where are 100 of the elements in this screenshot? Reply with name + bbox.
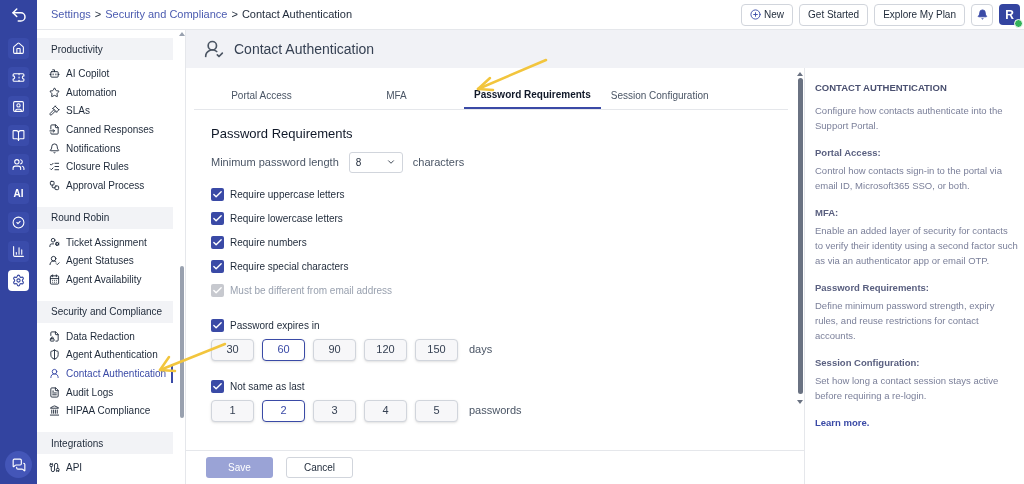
shield-icon [49, 349, 60, 361]
sidebar-item[interactable]: Canned Responses [37, 120, 173, 139]
tab[interactable]: MFA [329, 81, 464, 109]
settings-icon [12, 274, 25, 287]
checkbox-label: Require numbers [230, 235, 307, 250]
unit-label: days [469, 342, 493, 358]
help-text: Configure how contacts authenticate into the Support Portal. [815, 104, 1004, 133]
cancel-button[interactable]: Cancel [286, 457, 353, 478]
help-heading: Password Requirements: [815, 281, 931, 295]
header-button[interactable]: Explore My Plan [874, 3, 965, 26]
sidebar-item[interactable]: Approval Process [37, 176, 173, 195]
ticket-icon [12, 71, 25, 84]
header-button[interactable]: Get Started [799, 3, 869, 26]
avatar[interactable]: R [999, 4, 1020, 25]
rail-button[interactable] [8, 241, 29, 262]
length-select[interactable]: 8 [348, 151, 403, 173]
checkbox-label: Not same as last [230, 379, 305, 394]
people-icon [12, 158, 25, 171]
help-text: Set how long a contact session stays active before requiring a re-login. [815, 374, 1000, 403]
sidebar-item[interactable]: Contact Authentication [37, 364, 173, 383]
sidebar-item[interactable]: Data Redaction [37, 326, 173, 346]
ai-tab[interactable]: AI [8, 183, 29, 204]
tab[interactable]: Password Requirements [464, 81, 601, 109]
checkbox[interactable] [211, 235, 224, 249]
option-button[interactable]: 5 [415, 399, 458, 422]
help-title: CONTACT AUTHENTICATION [815, 81, 948, 95]
checkbox[interactable] [211, 318, 224, 332]
checkbox[interactable] [211, 379, 224, 393]
breadcrumb-text: Contact Authentication [241, 7, 352, 23]
sidebar-item[interactable]: Agent Statuses [37, 251, 173, 271]
breadcrumb-link[interactable]: Security and Compliance [105, 6, 228, 23]
document-icon [49, 123, 60, 135]
gavel-icon [49, 105, 60, 117]
sidebar-item[interactable]: API [37, 458, 173, 477]
user-icon [204, 39, 224, 59]
option-button[interactable]: 2 [262, 399, 305, 422]
sidebar-item[interactable]: Notifications [37, 138, 173, 158]
sidebar-item[interactable]: Audit Logs [37, 382, 173, 402]
bank-icon [49, 405, 60, 417]
sidebar-item[interactable]: Automation [37, 82, 173, 102]
option-button[interactable]: 30 [211, 338, 254, 361]
sidebar-item[interactable]: Agent Authentication [37, 345, 173, 365]
option-button[interactable]: 1 [211, 399, 254, 422]
chat-icon [11, 457, 26, 472]
rail-button[interactable] [8, 67, 29, 88]
document-icon [49, 386, 60, 398]
section-header: Productivity [37, 38, 173, 60]
bell-icon [976, 9, 988, 20]
chat-button[interactable] [5, 451, 32, 478]
notifications-button[interactable] [971, 3, 993, 26]
checkbox-label: Require lowercase letters [230, 211, 343, 226]
user-check-icon [49, 255, 60, 267]
sidebar-item[interactable]: HIPAA Compliance [37, 401, 173, 421]
plus-icon [750, 9, 762, 20]
rail-button[interactable] [8, 270, 29, 291]
rail-button[interactable] [8, 212, 29, 233]
learn-more-link[interactable]: Learn more. [815, 417, 870, 428]
option-button[interactable]: 60 [262, 338, 305, 361]
plug-icon [49, 462, 60, 474]
rail-button[interactable] [8, 96, 29, 117]
checkbox[interactable] [211, 211, 224, 225]
document-lock-icon [49, 330, 60, 342]
rail-button[interactable] [8, 154, 29, 175]
sidebar-item[interactable]: Closure Rules [37, 157, 173, 177]
help-heading: Session Configuration: [815, 356, 921, 370]
chart-icon [12, 245, 25, 258]
sidebar-item[interactable]: Agent Availability [37, 270, 173, 289]
tab[interactable]: Portal Access [194, 81, 329, 109]
checkbox[interactable] [211, 187, 224, 201]
option-button[interactable]: 3 [313, 399, 356, 422]
option-button[interactable]: 150 [415, 338, 458, 361]
rail-button[interactable] [8, 38, 29, 59]
field-label: Minimum password length [211, 154, 339, 170]
header-button[interactable]: New [741, 3, 794, 26]
checkbox[interactable] [211, 259, 224, 273]
scrollbar-thumb[interactable] [179, 266, 184, 418]
section-header: Integrations [37, 432, 173, 455]
checkbox-label: Password expires in [230, 318, 320, 333]
breadcrumb-link[interactable]: Settings [51, 6, 91, 23]
section-title: Password Requirements [211, 125, 354, 143]
help-heading: Portal Access: [815, 146, 882, 160]
sidebar-item[interactable]: AI Copilot [37, 64, 173, 83]
dropdown-icon [385, 157, 396, 167]
sidebar-item[interactable]: Ticket Assignment [37, 232, 173, 252]
contact-card-icon [12, 100, 25, 113]
scrollbar-thumb[interactable] [797, 78, 803, 394]
bell-icon [49, 142, 60, 154]
sidebar-item[interactable]: SLAs [37, 101, 173, 121]
user-icon [49, 368, 60, 380]
home-icon [12, 42, 25, 55]
logo-icon [9, 6, 28, 24]
section-header: Security and Compliance [37, 300, 173, 323]
tab[interactable]: Session Configuration [600, 81, 719, 109]
user-gear-icon [49, 236, 60, 248]
option-button[interactable]: 120 [364, 338, 407, 361]
option-button[interactable]: 4 [364, 399, 407, 422]
rail-button[interactable] [8, 125, 29, 146]
page-title: Contact Authentication [234, 39, 375, 59]
list-icon [49, 161, 60, 173]
option-button[interactable]: 90 [313, 338, 356, 361]
